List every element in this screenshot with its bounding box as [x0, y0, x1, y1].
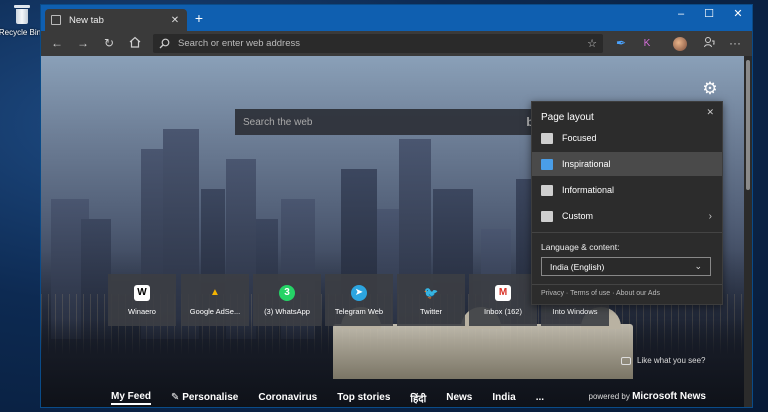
quick-link-inbox[interactable]: M Inbox (162)	[469, 274, 537, 326]
web-search-input[interactable]	[243, 116, 523, 128]
microsoft-news-logo: Microsoft News	[632, 391, 706, 402]
panel-footer-links: Privacy · Terms of use · About our Ads	[541, 290, 660, 297]
minimize-button[interactable]: –	[667, 5, 695, 23]
recycle-bin-label: Recycle Bin	[0, 28, 42, 37]
web-search-box[interactable]: b	[235, 109, 545, 135]
feed-more-button[interactable]: ...	[536, 392, 544, 403]
feed-tab-my-feed[interactable]: My Feed	[111, 391, 152, 405]
quick-link-google-adsense[interactable]: ▲ Google AdSe...	[181, 274, 249, 326]
feedback-icon[interactable]	[701, 36, 717, 52]
new-tab-button[interactable]: +	[191, 10, 207, 26]
winaero-icon: W	[134, 285, 150, 301]
pencil-icon: ✎	[171, 392, 180, 403]
quick-link-winaero[interactable]: W Winaero	[108, 274, 176, 326]
home-icon[interactable]	[127, 36, 143, 52]
quick-link-label: Into Windows	[552, 307, 598, 316]
divider	[532, 232, 722, 233]
chevron-down-icon: ⌄	[694, 261, 702, 271]
tab-title: New tab	[69, 14, 104, 26]
like-what-you-see-label: Like what you see?	[637, 356, 706, 365]
quick-link-label: Inbox (162)	[484, 307, 522, 316]
whatsapp-icon: 3	[279, 285, 295, 301]
quick-link-label: Twitter	[419, 307, 443, 316]
quick-link-label: Telegram Web	[334, 307, 384, 316]
page-icon	[51, 15, 61, 25]
forward-arrow-icon[interactable]: →	[75, 36, 91, 52]
search-icon	[159, 38, 170, 49]
address-input[interactable]	[178, 38, 588, 49]
pen-extension-icon[interactable]: ✒	[613, 36, 629, 52]
tab-close-icon[interactable]: ✕	[169, 15, 181, 26]
language-select[interactable]: India (English) ⌄	[541, 257, 711, 276]
feed-tab-news[interactable]: News	[446, 392, 472, 403]
panel-title: Page layout	[541, 112, 594, 123]
chevron-right-icon: ›	[708, 210, 712, 222]
google-adsense-icon: ▲	[210, 287, 220, 298]
settings-gear-icon[interactable]: ⚙	[701, 80, 719, 98]
gmail-icon: M	[495, 285, 511, 301]
browser-window: New tab ✕ + – ☐ ✕ ← → ↻ ☆ ✒ K ···	[40, 4, 753, 408]
quick-link-label: (3) WhatsApp	[264, 307, 310, 316]
page-scrollbar[interactable]	[744, 56, 752, 407]
custom-layout-icon	[541, 210, 553, 222]
quick-link-label: Winaero	[128, 307, 156, 316]
quick-link-twitter[interactable]: 🐦 Twitter	[397, 274, 465, 326]
feed-tab-coronavirus[interactable]: Coronavirus	[258, 392, 317, 403]
toolbar: ← → ↻ ☆ ✒ K ···	[41, 31, 752, 56]
informational-layout-icon	[541, 184, 553, 196]
layout-option-inspirational[interactable]: Inspirational	[532, 152, 722, 176]
layout-option-label: Focused	[562, 133, 597, 143]
layout-option-informational[interactable]: Informational	[532, 178, 722, 202]
profile-avatar[interactable]	[673, 36, 689, 52]
divider	[532, 284, 722, 285]
recycle-bin-icon	[11, 4, 33, 26]
feed-tab-india[interactable]: India	[492, 392, 515, 403]
refresh-icon[interactable]: ↻	[101, 36, 117, 52]
powered-by-label: powered by Microsoft News	[589, 391, 707, 402]
twitter-icon: 🐦	[423, 286, 439, 300]
quick-link-telegram[interactable]: ➤ Telegram Web	[325, 274, 393, 326]
recycle-bin-shortcut[interactable]: Recycle Bin	[0, 4, 42, 37]
page-layout-panel: Page layout ✕ Focused Inspirational Info…	[531, 101, 723, 305]
layout-option-focused[interactable]: Focused	[532, 126, 722, 150]
extension-icon[interactable]: K	[639, 36, 655, 52]
language-select-value: India (English)	[550, 261, 605, 272]
address-bar[interactable]: ☆	[153, 34, 603, 53]
telegram-icon: ➤	[351, 285, 367, 301]
terms-of-use-link[interactable]: Terms of use	[570, 290, 610, 297]
quick-link-label: Google AdSe...	[189, 307, 241, 316]
back-arrow-icon[interactable]: ←	[49, 36, 65, 52]
feed-tab-label: Personalise	[182, 392, 239, 403]
close-window-button[interactable]: ✕	[724, 5, 752, 23]
panel-close-icon[interactable]: ✕	[706, 107, 714, 118]
feed-tab-hindi[interactable]: हिंदी	[410, 391, 426, 405]
privacy-link[interactable]: Privacy	[541, 290, 564, 297]
scrollbar-thumb[interactable]	[746, 60, 750, 190]
layout-option-label: Informational	[562, 185, 615, 195]
layout-option-label: Inspirational	[562, 159, 611, 169]
layout-option-label: Custom	[562, 211, 594, 221]
maximize-button[interactable]: ☐	[695, 5, 723, 23]
feed-tab-personalise[interactable]: ✎ Personalise	[171, 392, 238, 403]
layout-option-custom[interactable]: Custom ›	[532, 204, 722, 228]
favorite-star-icon[interactable]: ☆	[587, 37, 597, 50]
tab-new-tab[interactable]: New tab ✕	[45, 9, 187, 31]
feed-tab-top-stories[interactable]: Top stories	[337, 392, 390, 403]
title-bar: New tab ✕ + – ☐ ✕	[41, 5, 752, 31]
new-tab-page: ⚙ b W Winaero ▲ Google AdSe... 3 (3) Wha…	[41, 56, 746, 407]
quick-link-whatsapp[interactable]: 3 (3) WhatsApp	[253, 274, 321, 326]
focused-layout-icon	[541, 132, 553, 144]
language-content-label: Language & content:	[541, 242, 620, 252]
powered-by-text: powered by	[588, 392, 630, 401]
inspirational-layout-icon	[541, 158, 553, 170]
camera-icon	[621, 356, 631, 365]
about-our-ads-link[interactable]: About our Ads	[616, 290, 660, 297]
more-menu-icon[interactable]: ···	[727, 36, 743, 52]
like-what-you-see-link[interactable]: Like what you see?	[621, 356, 706, 365]
